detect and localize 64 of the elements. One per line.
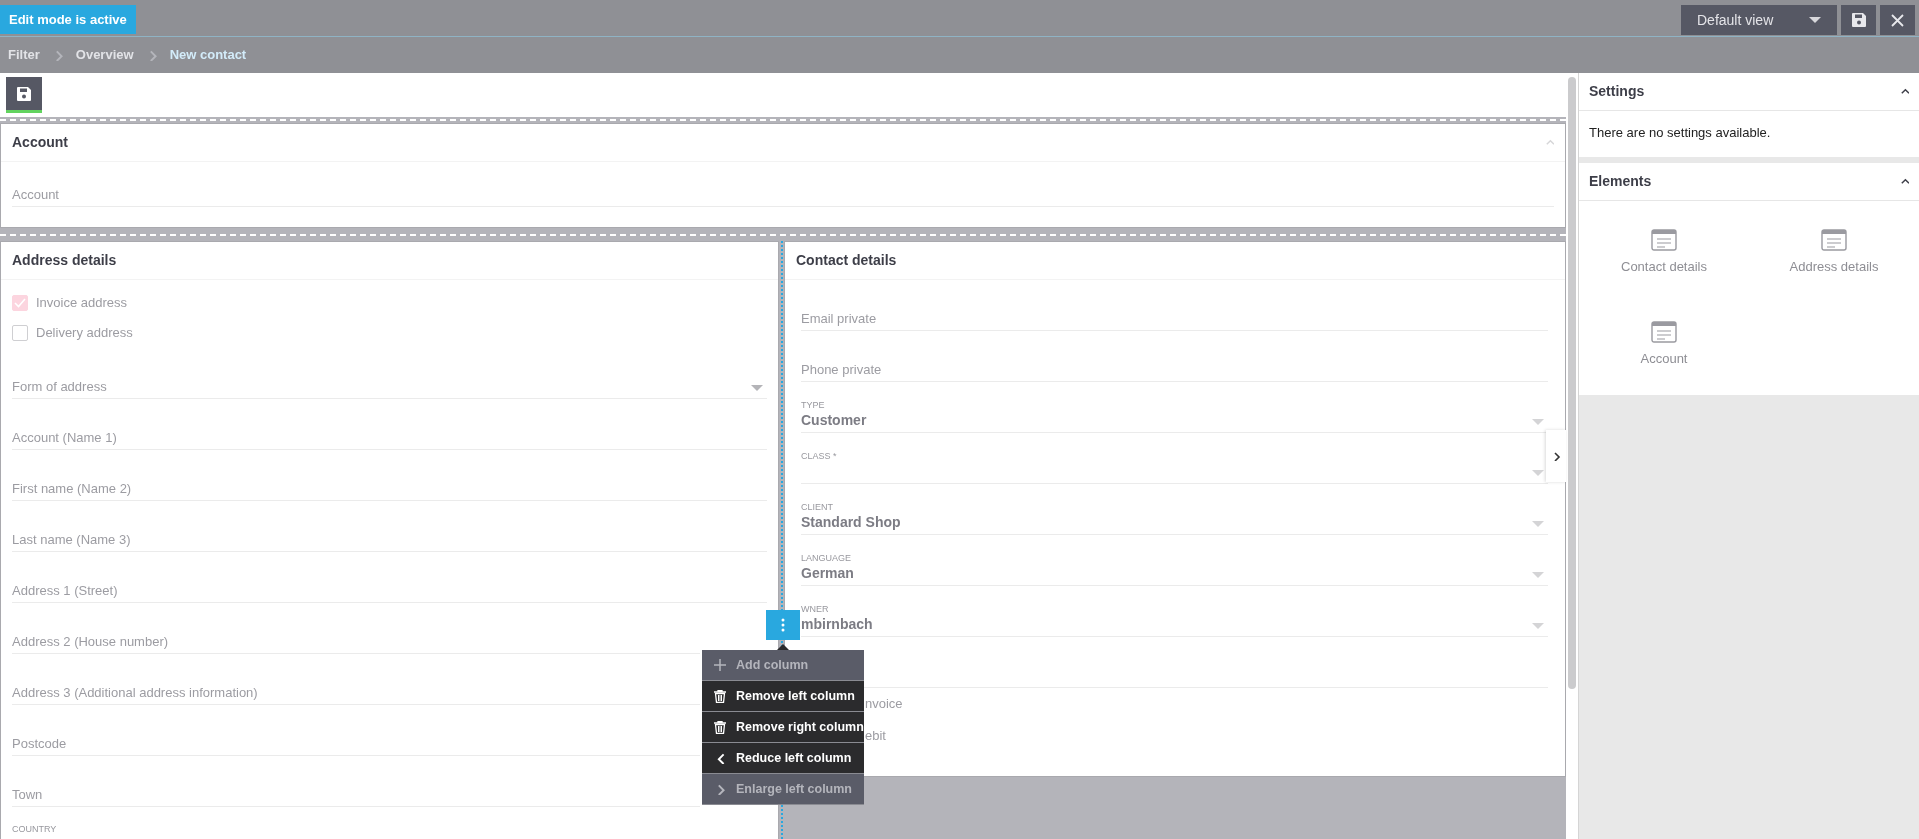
plus-icon	[714, 659, 726, 671]
field-label: COUNTRY	[12, 823, 57, 836]
checkbox-label: nvoice	[865, 695, 903, 714]
caret-icon	[1532, 623, 1544, 629]
input-field[interactable]: Address 1 (Street)	[12, 579, 767, 603]
caret-icon	[1532, 419, 1544, 425]
input-field[interactable]: Address 2 (House number)	[12, 630, 700, 654]
section-title: Address details	[12, 251, 117, 270]
save-icon	[16, 85, 32, 102]
layout-card-icon	[1651, 228, 1677, 251]
settings-message: There are no settings available.	[1588, 124, 1772, 142]
breadcrumb-link[interactable]: New contact	[169, 45, 247, 65]
save-icon	[1850, 12, 1867, 28]
dropdown-field[interactable]: WNER mbirnbach	[801, 597, 1548, 637]
input-field[interactable]: Account (Name 1)	[12, 426, 767, 450]
save-button[interactable]	[6, 77, 42, 113]
caret-icon	[1532, 572, 1544, 578]
section-title: Account	[12, 133, 68, 152]
dropdown-field[interactable]: LANGUAGE German	[801, 546, 1548, 586]
input-field[interactable]: Phone private	[801, 358, 1548, 382]
layout-card-icon	[1651, 321, 1677, 343]
breadcrumb-link[interactable]: Filter	[8, 45, 40, 65]
dropdown-field[interactable]: CLIENT Standard Shop	[801, 495, 1548, 535]
input-field[interactable]: Account	[12, 183, 1554, 207]
caret-icon	[1532, 470, 1544, 476]
checkbox[interactable]	[12, 295, 28, 311]
panel-title: Settings	[1589, 82, 1645, 101]
element-tile[interactable]: Account	[1640, 321, 1688, 369]
checkbox-label: Delivery address	[36, 324, 133, 343]
caret-icon	[1532, 521, 1544, 527]
caret-icon	[751, 385, 763, 391]
element-tile[interactable]: Contact details	[1621, 228, 1707, 276]
menu-item[interactable]: Remove left column	[702, 681, 864, 712]
menu-item[interactable]: Remove right column	[702, 712, 864, 743]
edit-mode-badge: Edit mode is active	[0, 5, 136, 34]
layout-card-icon	[1821, 228, 1847, 251]
view-dropdown[interactable]: Default view	[1681, 5, 1837, 35]
input-field[interactable]: Last name (Name 3)	[12, 528, 767, 552]
checkbox-label: ebit	[865, 727, 886, 746]
scrollbar-thumb[interactable]	[1568, 77, 1576, 689]
input-field[interactable]: Town	[12, 783, 700, 807]
input-field[interactable]: First name (Name 2)	[12, 477, 767, 501]
panel-title: Elements	[1589, 171, 1652, 191]
save-button[interactable]	[1841, 5, 1876, 35]
caret-icon	[1809, 17, 1821, 23]
close-icon	[1891, 13, 1904, 27]
menu-item[interactable]: Reduce left column	[702, 743, 864, 774]
trash-icon	[714, 720, 726, 734]
section-title: Contact details	[796, 251, 897, 270]
element-tile[interactable]: Address details	[1789, 228, 1879, 276]
chevron-icon	[1551, 451, 1561, 461]
checkbox[interactable]	[12, 325, 28, 341]
expand-button[interactable]	[1546, 430, 1566, 482]
input-field[interactable]: Postcode	[12, 732, 700, 756]
input-field[interactable]: Address 3 (Additional address information)	[12, 681, 700, 705]
more-icon	[781, 618, 785, 632]
trash-icon	[714, 689, 726, 703]
dropdown-field[interactable]: Form of address	[12, 375, 767, 399]
input-field[interactable]: Email private	[801, 307, 1548, 331]
checkbox-label: Invoice address	[36, 294, 128, 313]
breadcrumb-link[interactable]: Overview	[75, 45, 134, 65]
close-button[interactable]	[1880, 5, 1915, 35]
dropdown-field[interactable]: TYPE Customer	[801, 393, 1548, 433]
menu-pointer	[777, 644, 789, 650]
